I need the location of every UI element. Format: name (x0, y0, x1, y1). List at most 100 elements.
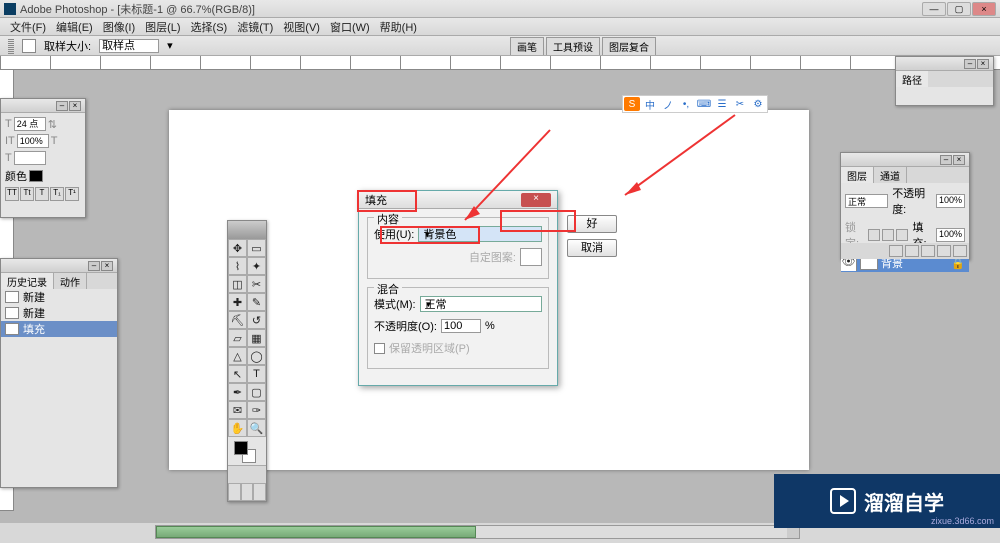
menu-window[interactable]: 窗口(W) (326, 19, 374, 35)
leading-field[interactable]: 100% (17, 134, 49, 148)
ime-skin-button[interactable]: ✂ (732, 97, 748, 111)
tab-channels[interactable]: 通道 (874, 167, 907, 183)
sample-size-select[interactable]: 取样点 (99, 39, 159, 53)
menu-help[interactable]: 帮助(H) (376, 19, 421, 35)
blur-tool[interactable]: △ (228, 347, 247, 365)
zoom-tool[interactable]: 🔍 (247, 419, 266, 437)
path-select-tool[interactable]: ↖ (228, 365, 247, 383)
wand-tool[interactable]: ✦ (247, 257, 266, 275)
history-item-selected[interactable]: 填充 (1, 321, 117, 337)
ime-settings-button[interactable]: ⚙ (750, 97, 766, 111)
scrollbar-thumb[interactable] (156, 526, 476, 538)
blend-mode-select[interactable]: 正常 (845, 194, 888, 208)
eyedropper-tool[interactable]: ✑ (247, 401, 266, 419)
menu-edit[interactable]: 编辑(E) (52, 19, 97, 35)
menu-file[interactable]: 文件(F) (6, 19, 50, 35)
text-color-swatch[interactable] (29, 170, 43, 182)
new-group-button[interactable] (921, 245, 935, 257)
panel-close-button[interactable]: × (69, 101, 81, 111)
foreground-color-swatch[interactable] (234, 441, 248, 455)
heal-tool[interactable]: ✚ (228, 293, 247, 311)
options-grip-icon[interactable] (8, 38, 14, 54)
palette-tab-brushes[interactable]: 画笔 (510, 37, 544, 55)
window-max-button[interactable]: ▢ (947, 2, 971, 16)
panel-min-button[interactable]: – (56, 101, 68, 111)
ime-emoji-button[interactable]: •, (678, 97, 694, 111)
tab-actions[interactable]: 动作 (54, 273, 87, 289)
move-tool[interactable]: ✥ (228, 239, 247, 257)
ime-menu-button[interactable]: ☰ (714, 97, 730, 111)
slice-tool[interactable]: ✂ (247, 275, 266, 293)
window-close-button[interactable]: × (972, 2, 996, 16)
palette-tab-tool-presets[interactable]: 工具预设 (546, 37, 600, 55)
tab-paths[interactable]: 路径 (896, 71, 928, 87)
screen-mode-full-menubar[interactable] (241, 483, 254, 501)
palette-tab-layer-comps[interactable]: 图层复合 (602, 37, 656, 55)
dialog-close-button[interactable]: × (521, 193, 551, 207)
tab-layers[interactable]: 图层 (841, 167, 874, 183)
screen-mode-full[interactable] (253, 483, 266, 501)
dropdown-arrow-icon[interactable]: ▾ (167, 39, 173, 52)
font-size-field[interactable]: 24 点 (14, 117, 46, 131)
history-item[interactable]: 新建 (1, 305, 117, 321)
char-style-button-2[interactable]: T (35, 187, 49, 201)
preserve-transparency-checkbox[interactable] (374, 343, 385, 354)
mode-select[interactable]: 正常 ▼ (420, 296, 542, 312)
fill-field[interactable]: 100% (936, 228, 965, 242)
hand-tool[interactable]: ✋ (228, 419, 247, 437)
lasso-tool[interactable]: ⌇ (228, 257, 247, 275)
tool-preset-icon[interactable] (22, 39, 36, 53)
pen-tool[interactable]: ✒ (228, 383, 247, 401)
ime-logo-icon[interactable]: S (624, 97, 640, 111)
history-brush-tool[interactable]: ↺ (247, 311, 266, 329)
aa-field[interactable] (14, 151, 46, 165)
notes-tool[interactable]: ✉ (228, 401, 247, 419)
tab-history[interactable]: 历史记录 (1, 273, 54, 289)
eraser-tool[interactable]: ▱ (228, 329, 247, 347)
layers-panel-close-button[interactable]: × (953, 155, 965, 165)
ime-softkb-button[interactable]: ⌨ (696, 97, 712, 111)
type-tool[interactable]: T (247, 365, 266, 383)
ime-punct-button[interactable]: ノ (660, 97, 676, 111)
char-style-button-1[interactable]: Tt (20, 187, 34, 201)
screen-mode-standard[interactable] (228, 483, 241, 501)
layer-fx-button[interactable] (889, 245, 903, 257)
paths-panel-min-button[interactable]: – (964, 59, 976, 69)
history-panel-min-button[interactable]: – (88, 261, 100, 271)
brush-tool[interactable]: ✎ (247, 293, 266, 311)
gradient-tool[interactable]: ▦ (247, 329, 266, 347)
char-style-button-3[interactable]: T₁ (50, 187, 64, 201)
char-style-button-0[interactable]: TT (5, 187, 19, 201)
opacity-field[interactable]: 100% (936, 194, 965, 208)
quickmask-toggle[interactable] (228, 465, 266, 483)
menu-layer[interactable]: 图层(L) (141, 19, 184, 35)
paths-panel-close-button[interactable]: × (977, 59, 989, 69)
toolbox-header[interactable] (228, 221, 266, 239)
new-layer-button[interactable] (937, 245, 951, 257)
lock-pixels-button[interactable] (868, 229, 880, 241)
crop-tool[interactable]: ◫ (228, 275, 247, 293)
ok-button[interactable]: 好 (567, 215, 617, 233)
history-snapshot-item[interactable]: 新建 (1, 289, 117, 305)
opacity-input[interactable]: 100 (441, 319, 481, 333)
lock-position-button[interactable] (882, 229, 894, 241)
char-style-button-4[interactable]: T¹ (65, 187, 79, 201)
shape-tool[interactable]: ▢ (247, 383, 266, 401)
delete-layer-button[interactable] (953, 245, 967, 257)
layer-mask-button[interactable] (905, 245, 919, 257)
menu-view[interactable]: 视图(V) (279, 19, 324, 35)
layers-panel-min-button[interactable]: – (940, 155, 952, 165)
menu-filter[interactable]: 滤镜(T) (233, 19, 277, 35)
cancel-button[interactable]: 取消 (567, 239, 617, 257)
ime-lang-button[interactable]: 中 (642, 97, 658, 111)
marquee-tool[interactable]: ▭ (247, 239, 266, 257)
menu-image[interactable]: 图像(I) (99, 19, 139, 35)
lock-all-button[interactable] (896, 229, 908, 241)
window-min-button[interactable]: — (922, 2, 946, 16)
use-select[interactable]: 背景色 ▼ (418, 226, 542, 242)
stamp-tool[interactable]: ⛏ (228, 311, 247, 329)
dodge-tool[interactable]: ◯ (247, 347, 266, 365)
horizontal-scrollbar[interactable] (155, 525, 800, 539)
history-panel-close-button[interactable]: × (101, 261, 113, 271)
menu-select[interactable]: 选择(S) (187, 19, 232, 35)
